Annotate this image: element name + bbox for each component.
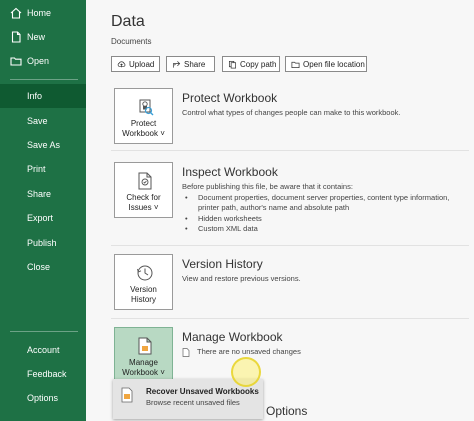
menu-item-description: Browse recent unsaved files (146, 398, 240, 407)
manage-workbook-status: There are no unsaved changes (182, 347, 301, 357)
manage-workbook-status-text: There are no unsaved changes (197, 347, 301, 356)
sidebar-item-label: Feedback (27, 369, 67, 379)
sidebar-item-print[interactable]: Print (0, 157, 86, 181)
list-item: Hidden worksheets (182, 214, 468, 225)
lock-icon (139, 99, 154, 116)
sidebar-item-label: Export (27, 213, 54, 223)
sidebar-item-feedback[interactable]: Feedback (0, 362, 86, 386)
tile-label: Check for Issues ˅ (126, 193, 161, 212)
sidebar-item-account[interactable]: Account (0, 338, 86, 362)
protect-workbook-button[interactable]: Protect Workbook ˅ (114, 88, 173, 144)
sidebar-item-options[interactable]: Options (0, 386, 86, 410)
inspect-findings-list: Document properties, document server pro… (182, 193, 468, 235)
sidebar-item-label: Print (27, 164, 46, 174)
sidebar-item-open[interactable]: Open (0, 49, 86, 73)
copy-path-button-label: Copy path (240, 60, 277, 69)
open-file-location-button-label: Open file location (303, 60, 365, 69)
folder-icon (291, 61, 300, 69)
home-icon (10, 7, 22, 19)
sidebar-item-label: Account (27, 345, 60, 355)
inspect-document-icon (138, 172, 152, 190)
list-item: Custom XML data (182, 224, 468, 235)
mouse-cursor-highlight (231, 357, 261, 387)
sidebar-item-save[interactable]: Save (0, 109, 86, 133)
sidebar-item-label: Home (27, 8, 52, 18)
section-divider (111, 245, 469, 246)
copy-icon (228, 60, 237, 69)
inspect-workbook-description: Before publishing this file, be aware th… (182, 182, 353, 191)
upload-button-label: Upload (129, 60, 155, 69)
section-divider (111, 150, 469, 151)
share-icon (172, 61, 181, 68)
inspect-workbook-title: Inspect Workbook (182, 165, 278, 179)
share-button[interactable]: Share (166, 56, 215, 72)
share-button-label: Share (184, 60, 206, 69)
sidebar-item-label: Info (27, 91, 43, 101)
manage-workbook-button[interactable]: Manage Workbook ˅ (114, 327, 173, 383)
info-pane: Data Documents Upload Share Copy path Op… (86, 0, 474, 421)
tile-label: Manage Workbook ˅ (122, 358, 165, 377)
sidebar-item-label: Open (27, 56, 50, 66)
recover-document-icon (121, 387, 133, 403)
sidebar-item-save-as[interactable]: Save As (0, 133, 86, 157)
sidebar-item-info[interactable]: Info (0, 84, 86, 108)
new-document-icon (11, 31, 21, 43)
sidebar-item-label: Share (27, 189, 52, 199)
menu-item-title: Recover Unsaved Workbooks (146, 387, 259, 396)
tile-label: Version History (130, 285, 157, 304)
list-item: Document properties, document server pro… (182, 193, 468, 214)
sidebar-item-label: Close (27, 262, 51, 272)
sidebar-item-label: Publish (27, 238, 57, 248)
folder-icon (10, 57, 22, 66)
page-title: Data (111, 13, 145, 30)
sidebar-item-export[interactable]: Export (0, 206, 86, 230)
version-history-button[interactable]: Version History (114, 254, 173, 310)
check-for-issues-button[interactable]: Check for Issues ˅ (114, 162, 173, 218)
clock-icon (137, 265, 153, 281)
sidebar-item-label: Options (27, 393, 59, 403)
sidebar-item-label: Save As (27, 140, 61, 150)
document-icon (182, 347, 190, 357)
version-history-title: Version History (182, 257, 263, 271)
protect-workbook-title: Protect Workbook (182, 91, 278, 105)
sidebar-item-label: Save (27, 116, 48, 126)
file-location: Documents (111, 37, 152, 46)
protect-workbook-description: Control what types of changes people can… (182, 108, 401, 117)
upload-icon (117, 61, 126, 68)
upload-button[interactable]: Upload (111, 56, 160, 72)
tile-label: Protect Workbook ˅ (122, 119, 165, 138)
version-history-description: View and restore previous versions. (182, 274, 301, 283)
sidebar-divider (10, 79, 78, 80)
options-section-title: Options (266, 404, 308, 418)
sidebar-item-share[interactable]: Share (0, 182, 86, 206)
copy-path-button[interactable]: Copy path (222, 56, 280, 72)
sidebar-divider (10, 331, 78, 332)
sidebar-item-label: New (27, 32, 46, 42)
sidebar-item-publish[interactable]: Publish (0, 231, 86, 255)
open-file-location-button[interactable]: Open file location (285, 56, 367, 72)
manage-workbook-title: Manage Workbook (182, 330, 283, 344)
section-divider (111, 318, 469, 319)
sidebar-item-home[interactable]: Home (0, 1, 86, 25)
manage-document-icon (138, 337, 152, 355)
sidebar-item-new[interactable]: New (0, 25, 86, 49)
sidebar-item-close[interactable]: Close (0, 255, 86, 279)
backstage-sidebar: Home New Open Info Save Save As Print Sh… (0, 0, 86, 421)
